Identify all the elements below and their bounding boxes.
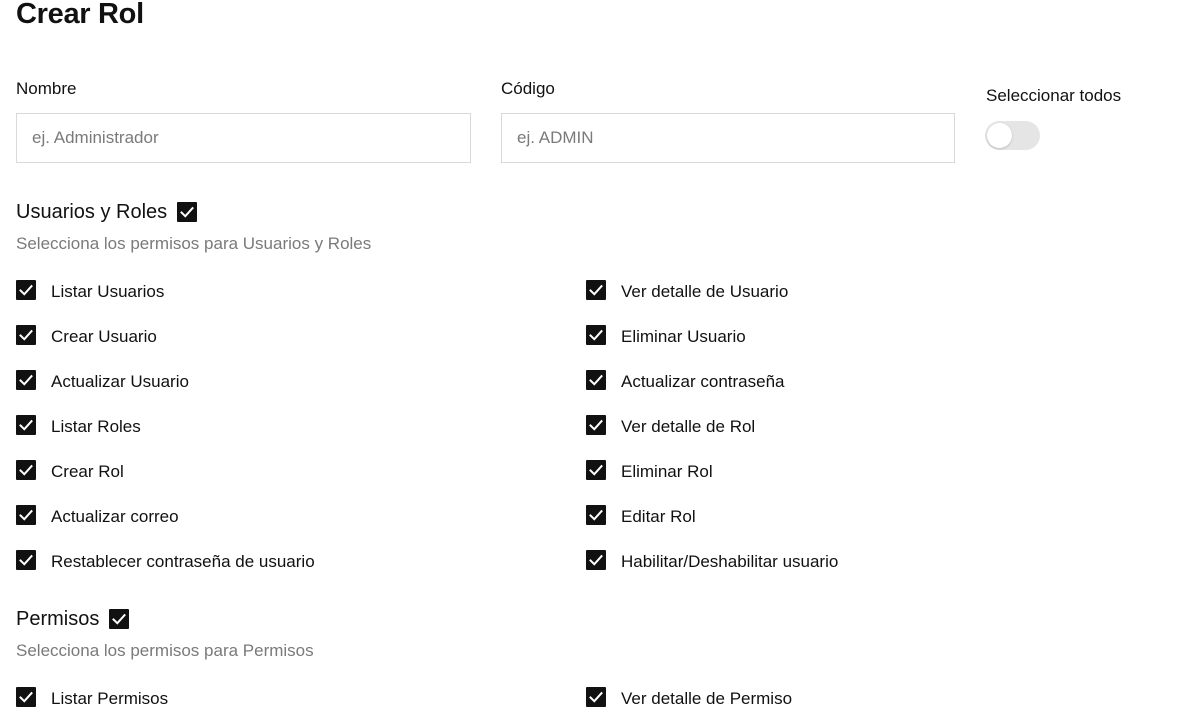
permission-label: Actualizar correo: [51, 507, 179, 526]
permission-label: Crear Rol: [51, 462, 124, 481]
permission-checkbox[interactable]: [586, 460, 606, 480]
permission-checkbox[interactable]: [16, 280, 36, 300]
checkmark-icon: [589, 329, 603, 341]
permission-label: Restablecer contraseña de usuario: [51, 552, 315, 571]
permission-checkbox[interactable]: [586, 370, 606, 390]
select-all-label: Seleccionar todos: [986, 86, 1122, 105]
permission-checkbox[interactable]: [16, 460, 36, 480]
permission-item: Actualizar contraseña: [586, 370, 784, 394]
nombre-label: Nombre: [16, 79, 77, 98]
permission-item: Restablecer contraseña de usuario: [16, 550, 315, 574]
permission-item: Eliminar Rol: [586, 460, 713, 484]
section-title: Usuarios y Roles: [16, 201, 168, 223]
page-title: Crear Rol: [16, 0, 144, 30]
section-title: Permisos: [16, 608, 100, 630]
nombre-input[interactable]: [16, 113, 471, 163]
create-role-page: Crear Rol Nombre Código Seleccionar todo…: [0, 0, 1182, 715]
permission-checkbox[interactable]: [586, 325, 606, 345]
permission-label: Eliminar Usuario: [621, 327, 746, 346]
permission-checkbox[interactable]: [586, 415, 606, 435]
section-usuarios-roles-header: Usuarios y Roles: [16, 200, 198, 224]
section-description: Selecciona los permisos para Usuarios y …: [16, 234, 372, 253]
permission-checkbox[interactable]: [586, 280, 606, 300]
permission-checkbox[interactable]: [586, 505, 606, 525]
permission-item: Ver detalle de Rol: [586, 415, 755, 439]
permission-label: Editar Rol: [621, 507, 696, 526]
permission-label: Actualizar contraseña: [621, 372, 785, 391]
permission-checkbox[interactable]: [16, 505, 36, 525]
permission-item: Listar Roles: [16, 415, 141, 439]
permission-item: Ver detalle de Permiso: [586, 687, 792, 711]
permission-item: Habilitar/Deshabilitar usuario: [586, 550, 838, 574]
permission-item: Listar Usuarios: [16, 280, 164, 304]
permission-item: Actualizar correo: [16, 505, 179, 529]
permission-checkbox[interactable]: [16, 687, 36, 707]
permission-label: Crear Usuario: [51, 327, 157, 346]
permission-label: Listar Permisos: [51, 689, 169, 708]
permission-item: Editar Rol: [586, 505, 696, 529]
permission-item: Listar Permisos: [16, 687, 168, 711]
checkmark-icon: [19, 284, 33, 296]
checkmark-icon: [589, 691, 603, 703]
permission-checkbox[interactable]: [586, 687, 606, 707]
codigo-input[interactable]: [501, 113, 955, 163]
section-description: Selecciona los permisos para Permisos: [16, 641, 314, 660]
checkmark-icon: [19, 691, 33, 703]
section-permisos-header: Permisos: [16, 607, 130, 631]
permission-item: Crear Rol: [16, 460, 124, 484]
permission-label: Listar Usuarios: [51, 282, 165, 301]
permission-label: Ver detalle de Permiso: [621, 689, 793, 708]
checkmark-icon: [589, 284, 603, 296]
permission-label: Habilitar/Deshabilitar usuario: [621, 552, 839, 571]
checkmark-icon: [112, 613, 127, 625]
checkmark-icon: [589, 509, 603, 521]
checkmark-icon: [180, 206, 195, 218]
checkmark-icon: [19, 329, 33, 341]
checkmark-icon: [19, 554, 33, 566]
section-permisos-checkbox[interactable]: [109, 609, 130, 629]
checkmark-icon: [19, 509, 33, 521]
select-all-toggle[interactable]: [985, 121, 1040, 150]
checkmark-icon: [589, 419, 603, 431]
permission-checkbox[interactable]: [16, 550, 36, 570]
toggle-knob: [987, 123, 1012, 148]
permission-label: Listar Roles: [51, 417, 141, 436]
permission-item: Actualizar Usuario: [16, 370, 189, 394]
permission-item: Eliminar Usuario: [586, 325, 746, 349]
permission-checkbox[interactable]: [16, 415, 36, 435]
permission-checkbox[interactable]: [586, 550, 606, 570]
section-usuarios-roles-checkbox[interactable]: [177, 202, 198, 222]
permission-label: Ver detalle de Usuario: [621, 282, 789, 301]
checkmark-icon: [589, 464, 603, 476]
permission-item: Ver detalle de Usuario: [586, 280, 788, 304]
permission-checkbox[interactable]: [16, 325, 36, 345]
checkmark-icon: [589, 374, 603, 386]
permission-label: Actualizar Usuario: [51, 372, 189, 391]
checkmark-icon: [19, 464, 33, 476]
checkmark-icon: [19, 419, 33, 431]
checkmark-icon: [589, 554, 603, 566]
permission-checkbox[interactable]: [16, 370, 36, 390]
permission-label: Ver detalle de Rol: [621, 417, 756, 436]
permission-label: Eliminar Rol: [621, 462, 713, 481]
codigo-label: Código: [501, 79, 555, 98]
permission-item: Crear Usuario: [16, 325, 157, 349]
checkmark-icon: [19, 374, 33, 386]
